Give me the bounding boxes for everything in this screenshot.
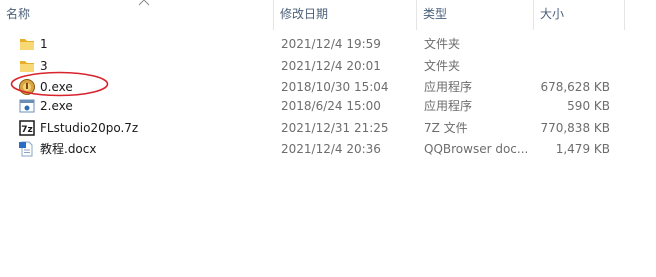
column-header-size-label: 大小 bbox=[540, 7, 565, 21]
file-type: 应用程序 bbox=[424, 99, 473, 113]
exe-app-icon bbox=[19, 99, 35, 113]
folder-icon bbox=[20, 39, 34, 50]
file-row-2-exe[interactable]: 2.exe 2018/6/24 15:00 应用程序 590 KB bbox=[0, 95, 656, 117]
docx-document-icon bbox=[19, 141, 33, 157]
column-header-size[interactable]: 大小 bbox=[534, 0, 624, 30]
red-circle-annotation bbox=[10, 71, 109, 97]
column-divider[interactable] bbox=[624, 0, 625, 30]
file-row-folder-1[interactable]: 1 2021/12/4 19:59 文件夹 bbox=[0, 33, 656, 55]
file-size: 1,479 KB bbox=[555, 142, 610, 156]
svg-text:7z: 7z bbox=[21, 125, 33, 135]
file-name: FLstudio20po.7z bbox=[40, 121, 139, 135]
file-row-flstudio-7z[interactable]: 7z FLstudio20po.7z 2021/12/31 21:25 7Z 文… bbox=[0, 117, 656, 139]
file-date: 2018/6/24 15:00 bbox=[281, 99, 381, 113]
file-size: 770,838 KB bbox=[540, 121, 610, 135]
file-type: 文件夹 bbox=[424, 37, 461, 51]
file-type: QQBrowser doc... bbox=[424, 142, 529, 156]
column-header-name[interactable]: 名称 bbox=[0, 0, 273, 30]
file-date: 2021/12/31 21:25 bbox=[281, 121, 389, 135]
file-name: 教程.docx bbox=[40, 142, 97, 156]
column-header-bar: 名称 修改日期 类型 大小 bbox=[0, 0, 656, 30]
file-row-tutorial-docx[interactable]: 教程.docx 2021/12/4 20:36 QQBrowser doc...… bbox=[0, 138, 656, 160]
file-type: 文件夹 bbox=[424, 59, 461, 73]
column-header-date[interactable]: 修改日期 bbox=[274, 0, 416, 30]
file-date: 2021/12/4 20:01 bbox=[281, 59, 381, 73]
column-header-date-label: 修改日期 bbox=[280, 7, 329, 21]
column-header-type-label: 类型 bbox=[423, 7, 448, 21]
column-header-type[interactable]: 类型 bbox=[417, 0, 533, 30]
file-type: 7Z 文件 bbox=[424, 121, 468, 135]
file-name: 1 bbox=[40, 37, 48, 51]
7z-archive-icon: 7z bbox=[19, 120, 35, 136]
file-date: 2021/12/4 19:59 bbox=[281, 37, 381, 51]
file-date: 2021/12/4 20:36 bbox=[281, 142, 381, 156]
column-header-name-label: 名称 bbox=[6, 7, 31, 21]
file-name: 2.exe bbox=[40, 99, 73, 113]
file-size: 590 KB bbox=[567, 99, 610, 113]
